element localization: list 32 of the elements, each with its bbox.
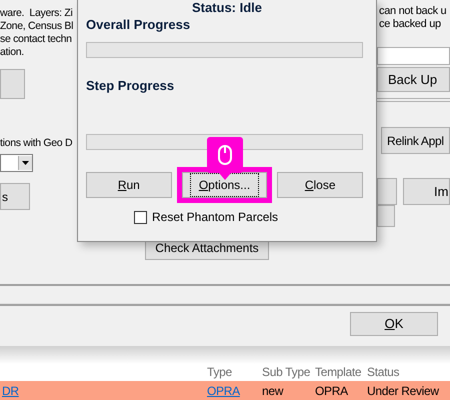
import-button[interactable]: Im <box>403 178 450 205</box>
table-cell-text: OPRA <box>315 383 349 400</box>
text-field[interactable] <box>377 47 450 65</box>
dropdown[interactable] <box>0 154 33 172</box>
description-text: can not back u <box>379 5 446 18</box>
column-header[interactable]: Type <box>207 364 262 381</box>
checkbox-label: Reset Phantom Parcels <box>152 209 278 226</box>
table-cell-text: new <box>262 383 284 400</box>
description-text: ce backed up <box>379 18 441 31</box>
description-text: se contact techn <box>0 33 72 46</box>
geo-label: tions with Geo D <box>0 136 72 151</box>
dialog-button[interactable]: Close <box>277 172 364 198</box>
description-text: ware. Layers: Zi <box>0 7 73 20</box>
column-header[interactable]: Template <box>315 364 367 381</box>
dropdown-arrow-icon <box>22 161 29 165</box>
column-header[interactable]: Sub Type <box>262 364 315 381</box>
relink-button[interactable]: Relink Appl <box>381 127 450 154</box>
status-text: Status: Idle <box>192 1 262 15</box>
column-header[interactable]: Status <box>367 364 447 381</box>
table-cell-text: Under Review <box>367 383 440 400</box>
ok-button[interactable]: OK <box>350 312 438 336</box>
background-button[interactable] <box>0 69 25 99</box>
mouse-click-marker-icon <box>207 137 243 180</box>
background-button[interactable]: s <box>0 183 30 210</box>
description-text: Zone, Census Bl <box>0 20 74 33</box>
checkbox[interactable] <box>134 210 147 224</box>
description-text: ation. <box>0 46 24 59</box>
reset-checkbox[interactable]: Reset Phantom Parcels <box>134 208 368 226</box>
back-up-button[interactable]: Back Up <box>377 67 450 92</box>
dialog-button[interactable]: Run <box>86 172 172 198</box>
step-progress-label: Step Progress <box>86 78 176 94</box>
overall-progress-label: Overall Progress <box>86 17 192 33</box>
